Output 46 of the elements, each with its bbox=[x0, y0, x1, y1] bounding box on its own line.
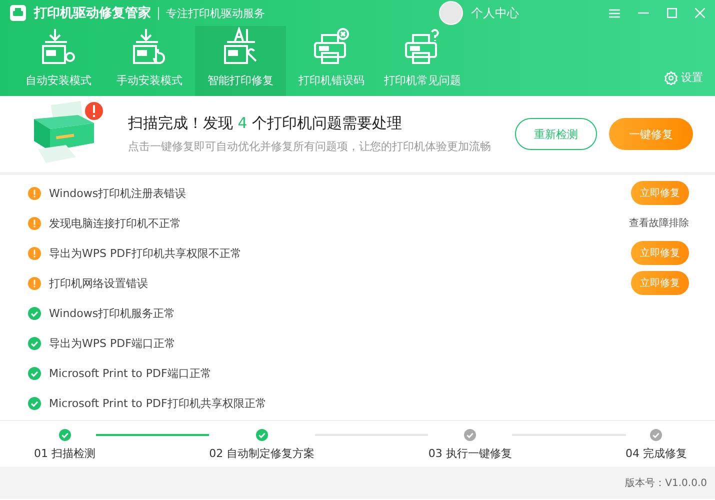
scan-result-description: 点击一键修复即可自动优化并修复所有问题项，让您的打印机体验更加流畅 bbox=[128, 139, 492, 154]
warning-icon bbox=[28, 186, 41, 200]
step-label: 01 扫描检测 bbox=[34, 446, 96, 461]
settings-button[interactable]: 设置 bbox=[658, 69, 709, 86]
toolbar-tab[interactable]: 打印机错误码 bbox=[286, 26, 377, 96]
warning-icon bbox=[28, 216, 41, 230]
check-icon bbox=[28, 366, 41, 380]
toolbar-tab[interactable]: 手动安装模式 bbox=[104, 26, 195, 96]
user-center-link[interactable]: 个人中心 bbox=[471, 4, 519, 22]
rescan-button[interactable]: 重新检测 bbox=[515, 118, 597, 150]
scan-result-title: 扫描完成！发现 4 个打印机问题需要处理 bbox=[128, 114, 404, 133]
app-subtitle: 专注打印机驱动服务 bbox=[166, 6, 265, 20]
menu-icon[interactable] bbox=[609, 8, 620, 18]
check-icon bbox=[28, 306, 41, 320]
issue-text: Windows打印机注册表错误 bbox=[49, 186, 188, 200]
check-icon bbox=[28, 336, 41, 350]
printer-x-icon bbox=[312, 27, 352, 67]
issue-text: Microsoft Print to PDF端口正常 bbox=[49, 366, 212, 380]
step-label: 03 执行一键修复 bbox=[428, 446, 512, 461]
version-text: 版本号：V1.0.0.0 bbox=[625, 476, 707, 490]
settings-icon bbox=[664, 70, 678, 84]
issue-text: 导出为WPS PDF端口正常 bbox=[49, 336, 176, 350]
toolbar-tab[interactable]: 打印机常见问题 bbox=[377, 26, 468, 96]
avatar-icon bbox=[439, 1, 463, 25]
app-logo-icon bbox=[10, 5, 26, 21]
warning-icon bbox=[28, 276, 41, 290]
maximize-icon[interactable] bbox=[667, 8, 677, 18]
warning-icon bbox=[28, 246, 41, 260]
step-label: 02 自动制定修复方案 bbox=[209, 446, 315, 461]
check-icon bbox=[28, 396, 41, 410]
minimize-icon[interactable] bbox=[638, 12, 649, 14]
troubleshoot-link[interactable]: 查看故障排除 bbox=[629, 216, 689, 230]
toolbar-tab[interactable]: 自动安装模式 bbox=[13, 26, 104, 96]
fix-now-button[interactable]: 立即修复 bbox=[631, 181, 689, 205]
step-label: 04 完成修复 bbox=[626, 446, 688, 461]
issue-text: Windows打印机服务正常 bbox=[49, 306, 176, 320]
issue-text: 导出为WPS PDF打印机共享权限不正常 bbox=[49, 246, 242, 260]
issue-text: 打印机网络设置错误 bbox=[49, 276, 149, 290]
fix-all-button[interactable]: 一键修复 bbox=[609, 118, 693, 150]
toolbar-tab[interactable]: 智能打印修复 bbox=[195, 26, 286, 96]
issue-text: Microsoft Print to PDF打印机共享权限正常 bbox=[49, 396, 268, 410]
fix-now-button[interactable]: 立即修复 bbox=[631, 241, 689, 265]
fix-now-button[interactable]: 立即修复 bbox=[631, 271, 689, 295]
app-title: 打印机驱动修复管家 bbox=[34, 4, 151, 22]
issue-text: 发现电脑连接打印机不正常 bbox=[49, 216, 182, 230]
close-icon[interactable] bbox=[695, 8, 705, 18]
